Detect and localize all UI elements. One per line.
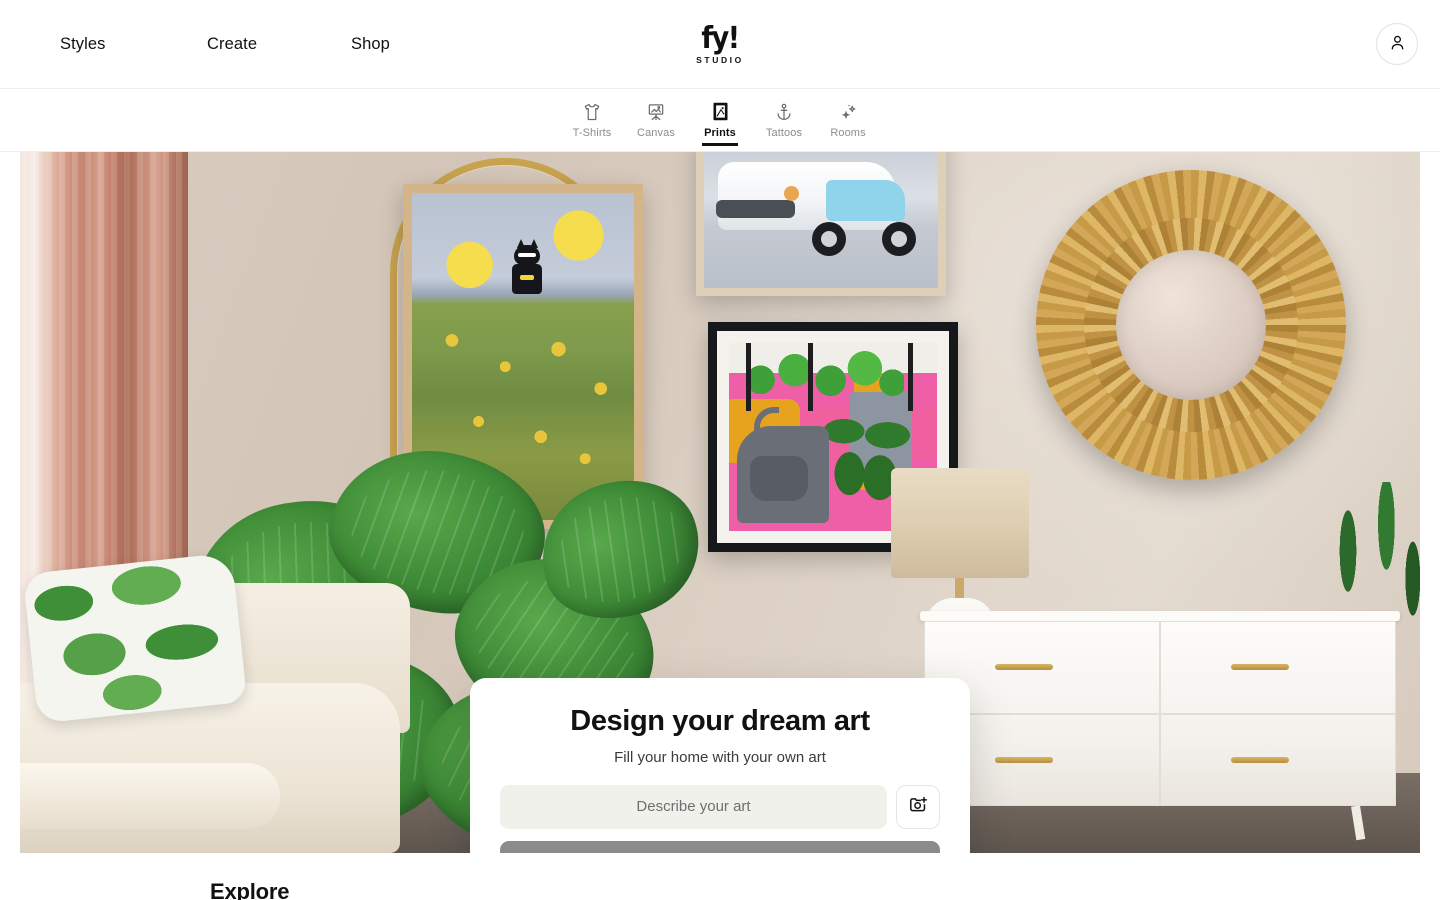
batman-figure <box>510 239 544 297</box>
hero-room-image: Design your dream art Fill your home wit… <box>20 152 1420 853</box>
primary-nav: Styles Create Shop <box>0 35 390 54</box>
category-label-canvas: Canvas <box>637 126 675 139</box>
category-tab-rooms[interactable]: Rooms <box>816 89 880 152</box>
framed-print-icon <box>710 102 731 122</box>
choose-styles-button[interactable]: Choose styles <box>500 840 940 853</box>
user-avatar-icon <box>1388 33 1407 55</box>
camera-plus-icon <box>908 795 929 819</box>
site-logo[interactable]: fy! STUDIO <box>696 20 744 65</box>
logo-subtitle: STUDIO <box>696 54 744 65</box>
category-label-rooms: Rooms <box>830 126 866 139</box>
sparkles-icon <box>838 102 859 122</box>
top-header: Styles Create Shop fy! STUDIO <box>0 0 1440 89</box>
category-bar: T-Shirts Canvas Prints Tattoos Rooms <box>0 89 1440 152</box>
category-tab-tshirts[interactable]: T-Shirts <box>560 89 624 152</box>
dialog-title: Design your dream art <box>570 705 870 737</box>
category-label-prints: Prints <box>704 126 736 139</box>
category-tab-prints[interactable]: Prints <box>688 89 752 152</box>
framed-art-white-car <box>696 152 946 296</box>
prompt-row <box>500 784 940 829</box>
round-rattan-mirror <box>1036 170 1346 480</box>
design-art-dialog: Design your dream art Fill your home wit… <box>470 678 970 853</box>
nav-link-create[interactable]: Create <box>207 35 351 54</box>
tshirt-icon <box>581 102 603 122</box>
logo-wordmark: fy! <box>701 20 740 56</box>
category-label-tshirts: T-Shirts <box>572 126 612 139</box>
nav-link-shop[interactable]: Shop <box>351 35 390 54</box>
account-button[interactable] <box>1376 23 1418 65</box>
category-tab-tattoos[interactable]: Tattoos <box>752 89 816 152</box>
category-tab-canvas[interactable]: Canvas <box>624 89 688 152</box>
white-dresser <box>920 611 1400 841</box>
upload-photo-button[interactable] <box>896 784 940 829</box>
easel-icon <box>645 102 667 122</box>
dialog-subtitle: Fill your home with your own art <box>614 748 826 766</box>
anchor-icon <box>774 102 794 122</box>
nav-link-styles[interactable]: Styles <box>60 35 207 54</box>
category-label-tattoos: Tattoos <box>765 126 803 139</box>
tropical-leaf-pillow <box>22 552 248 724</box>
describe-art-input[interactable] <box>500 784 887 829</box>
explore-heading: Explore <box>210 879 290 900</box>
